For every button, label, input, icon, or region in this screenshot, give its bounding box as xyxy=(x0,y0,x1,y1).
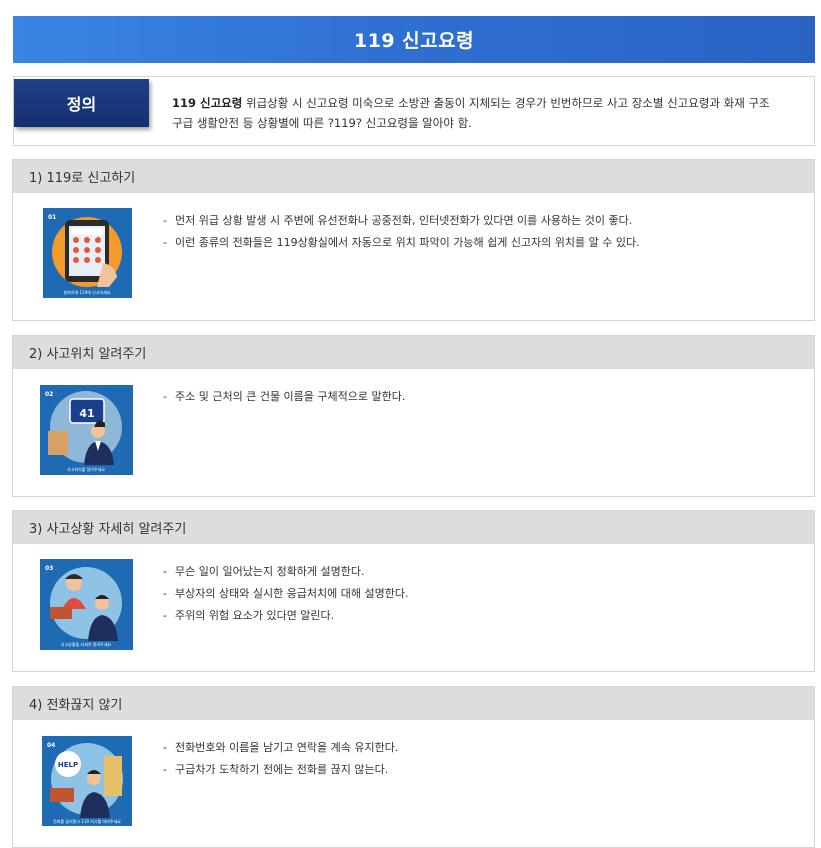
definition-box: 정의 119 신고요령 위급상황 시 신고요령 미숙으로 소방관 출동이 지체되… xyxy=(13,76,815,146)
list-item: - 무슨 일이 일어났는지 정확하게 설명한다. xyxy=(163,565,365,578)
page-title: 119 신고요령 xyxy=(353,30,475,52)
help-speech-icon: HELP 04 전화를 끊지말고 119 지시를 따라주세요 xyxy=(42,736,132,826)
list-item: - 부상자의 상태와 실시한 응급처치에 대해 설명한다. xyxy=(163,587,409,600)
section-title: 3) 사고상황 자세히 알려주기 xyxy=(29,522,187,537)
bullet-list: - 주소 및 근처의 큰 건물 이름을 구체적으로 말한다. xyxy=(163,386,405,408)
list-item: - 주위의 위험 요소가 있다면 알린다. xyxy=(163,609,335,622)
help-bubble-text: HELP xyxy=(58,761,78,769)
section-header: 4) 전화끊지 않기 xyxy=(13,687,814,720)
list-item: - 먼저 위급 상황 발생 시 주변에 유선전화나 공중전화, 인터넷전화가 있다… xyxy=(163,214,633,227)
definition-lead: 119 신고요령 xyxy=(172,96,243,110)
section-title: 4) 전화끊지 않기 xyxy=(29,698,123,713)
address-sign-icon: 41 02 사고위치를 알려주세요 xyxy=(40,385,133,475)
section-stay-on-line: 4) 전화끊지 않기 HELP 04 전화를 끊지말고 119 지시를 따라주세… xyxy=(12,686,815,848)
list-item: - 구급차가 도착하기 전에는 전화를 끊지 않는다. xyxy=(163,763,389,776)
image-number: 01 xyxy=(48,214,56,221)
section-accident-details: 3) 사고상황 자세히 알려주기 03 사고상황을 자세히 알려주세요 - 무슨 … xyxy=(12,510,815,672)
list-item: - 이런 종류의 전화들은 119상황실에서 자동으로 위치 파악이 가능해 쉽게… xyxy=(163,236,640,249)
image-number: 04 xyxy=(47,742,55,749)
definition-line-2: 구급 생활안전 등 상황별에 따른 ?119? 신고요령을 알아야 함. xyxy=(172,116,472,130)
image-number: 03 xyxy=(45,565,53,572)
image-caption: 침착하게 119에 신고하세요 xyxy=(64,289,111,295)
definition-badge-label: 정의 xyxy=(66,95,97,114)
section-header: 3) 사고상황 자세히 알려주기 xyxy=(13,511,814,544)
image-caption: 전화를 끊지말고 119 지시를 따라주세요 xyxy=(53,818,121,824)
definition-line-1: 위급상황 시 신고요령 미숙으로 소방관 출동이 지체되는 경우가 빈번하므로 … xyxy=(242,96,770,110)
definition-badge: 정의 xyxy=(14,79,149,127)
section-call-119: 1) 119로 신고하기 01 침착하게 119에 신고하세요 - 먼저 위급 상… xyxy=(12,159,815,321)
list-item: - 주소 및 근처의 큰 건물 이름을 구체적으로 말한다. xyxy=(163,390,406,403)
bullet-list: - 전화번호와 이름을 남기고 연락을 계속 유지한다. - 구급차가 도착하기 전… xyxy=(163,737,398,781)
section-header: 1) 119로 신고하기 xyxy=(13,160,814,193)
image-caption: 사고위치를 알려주세요 xyxy=(67,466,105,472)
page-title-banner: 119 신고요령 xyxy=(13,16,815,63)
bullet-list: - 무슨 일이 일어났는지 정확하게 설명한다. - 부상자의 상태와 실시한 응급… xyxy=(163,561,409,627)
bullet-list: - 먼저 위급 상황 발생 시 주변에 유선전화나 공중전화, 인터넷전화가 있다… xyxy=(163,210,640,254)
phone-keypad-icon: 01 침착하게 119에 신고하세요 xyxy=(43,208,132,298)
definition-text: 119 신고요령 위급상황 시 신고요령 미숙으로 소방관 출동이 지체되는 경… xyxy=(172,93,792,133)
section-title: 1) 119로 신고하기 xyxy=(29,171,136,186)
image-caption: 사고상황을 자세히 알려주세요 xyxy=(61,641,112,647)
section-header: 2) 사고위치 알려주기 xyxy=(13,336,814,369)
sign-number: 41 xyxy=(79,407,94,420)
list-item: - 전화번호와 이름을 남기고 연락을 계속 유지한다. xyxy=(163,741,399,754)
image-number: 02 xyxy=(45,391,53,398)
section-title: 2) 사고위치 알려주기 xyxy=(29,347,147,362)
section-accident-location: 2) 사고위치 알려주기 41 02 사고위치를 알려주세요 - 주소 및 근처의… xyxy=(12,335,815,497)
emergency-call-icon: 03 사고상황을 자세히 알려주세요 xyxy=(40,559,133,650)
